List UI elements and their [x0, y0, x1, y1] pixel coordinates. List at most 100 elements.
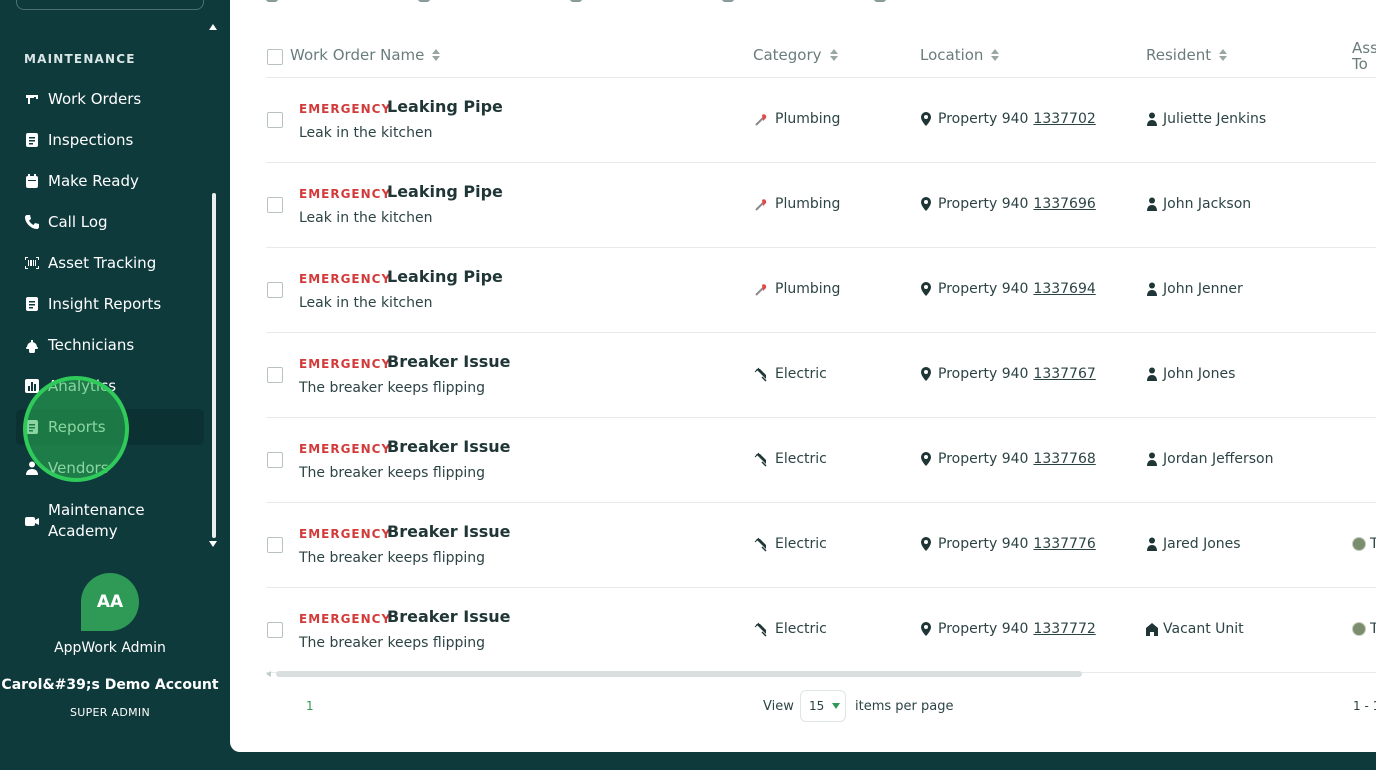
sidebar-item-reports[interactable]: Reports [16, 409, 204, 445]
unit-link[interactable]: 1337772 [1033, 621, 1095, 637]
sort-icon[interactable] [829, 49, 838, 61]
category-label: Electric [775, 366, 827, 382]
sidebar-scrollbar[interactable] [212, 193, 216, 538]
column-header-label: Location [920, 46, 984, 64]
row-checkbox[interactable] [267, 452, 283, 468]
category-cell: Plumbing [753, 196, 840, 212]
unit-link[interactable]: 1337776 [1033, 536, 1095, 552]
row-checkbox[interactable] [267, 537, 283, 553]
column-header-assigned[interactable]: Ass To [1352, 40, 1376, 72]
table-row[interactable]: EMERGENCY Leaking Pipe Leak in the kitchen… [266, 163, 1376, 248]
column-header-category[interactable]: Category [753, 46, 838, 64]
resident-name: John Jackson [1163, 196, 1252, 212]
filter-chip-icon[interactable] [722, 0, 734, 2]
sidebar-scroll-up-arrow[interactable] [209, 24, 217, 30]
location-cell: Property 940 1337702 [920, 111, 1096, 127]
assignee-cell[interactable]: T [1352, 621, 1376, 637]
work-order-title[interactable]: Breaker Issue [387, 437, 511, 456]
sidebar-item-make-ready[interactable]: Make Ready [16, 163, 204, 199]
map-pin-icon [920, 367, 938, 381]
sidebar-item-label: Make Ready [48, 171, 139, 190]
column-header-label: Category [753, 46, 822, 64]
scroll-left-arrow[interactable] [266, 671, 271, 677]
table-row[interactable]: EMERGENCY Breaker Issue The breaker keeps … [266, 333, 1376, 418]
sidebar-item-maintenance-academy[interactable]: Maintenance Academy [16, 496, 204, 546]
filter-chip-icon[interactable] [874, 0, 886, 2]
row-checkbox[interactable] [267, 197, 283, 213]
table-row[interactable]: EMERGENCY Breaker Issue The breaker keeps … [266, 418, 1376, 503]
column-header-resident[interactable]: Resident [1146, 46, 1228, 64]
work-order-title[interactable]: Breaker Issue [387, 607, 511, 626]
tools-icon [24, 91, 40, 107]
map-pin-icon [920, 537, 938, 551]
sidebar-item-vendors[interactable]: Vendors [16, 450, 204, 486]
unit-link[interactable]: 1337702 [1033, 111, 1095, 127]
work-order-description: The breaker keeps flipping [299, 635, 486, 651]
emergency-badge: EMERGENCY [299, 527, 392, 541]
plunger-icon [753, 196, 775, 212]
sort-icon[interactable] [991, 49, 1000, 61]
sidebar-item-analytics[interactable]: Analytics [16, 368, 204, 404]
sidebar-item-label: Technicians [48, 335, 135, 354]
unit-link[interactable]: 1337768 [1033, 451, 1095, 467]
filter-chip-icon[interactable] [418, 0, 430, 2]
sidebar-item-label: Asset Tracking [48, 253, 157, 272]
sidebar-item-asset-tracking[interactable]: Asset Tracking [16, 245, 204, 281]
emergency-badge: EMERGENCY [299, 102, 392, 116]
sidebar-item-label: Work Orders [48, 89, 142, 108]
row-checkbox[interactable] [267, 622, 283, 638]
sidebar-scroll-down-arrow[interactable] [209, 541, 217, 547]
sidebar-item-inspections[interactable]: Inspections [16, 122, 204, 158]
horizontal-scrollbar[interactable] [266, 670, 1084, 678]
select-all-checkbox[interactable] [267, 49, 283, 65]
calendar-icon [24, 173, 40, 189]
filter-chip-icon[interactable] [570, 0, 582, 2]
map-pin-icon [920, 452, 938, 466]
unit-link[interactable]: 1337694 [1033, 281, 1095, 297]
row-checkbox[interactable] [267, 282, 283, 298]
row-checkbox[interactable] [267, 112, 283, 128]
row-checkbox[interactable] [267, 367, 283, 383]
sidebar-search-box[interactable] [16, 0, 204, 10]
table-row[interactable]: EMERGENCY Leaking Pipe Leak in the kitchen… [266, 248, 1376, 333]
table-row[interactable]: EMERGENCY Leaking Pipe Leak in the kitchen… [266, 78, 1376, 163]
account-name[interactable]: Carol&#39;s Demo Account [0, 677, 220, 693]
column-header-name[interactable]: Work Order Name [290, 46, 441, 64]
unit-link[interactable]: 1337767 [1033, 366, 1095, 382]
category-label: Plumbing [775, 281, 841, 297]
filter-chip-icon[interactable] [266, 0, 278, 2]
work-order-title[interactable]: Breaker Issue [387, 522, 511, 541]
table-row[interactable]: EMERGENCY Breaker Issue The breaker keeps … [266, 503, 1376, 588]
document-icon [24, 296, 40, 312]
pagination-range: 1 - 1 [1353, 699, 1376, 713]
sort-icon[interactable] [1219, 49, 1228, 61]
work-order-title[interactable]: Leaking Pipe [387, 182, 503, 201]
pagination-page-number[interactable]: 1 [306, 699, 314, 713]
person-icon [1146, 197, 1163, 211]
resident-name: Juliette Jenkins [1163, 111, 1267, 127]
avatar[interactable]: AA [81, 573, 139, 631]
resident-cell: Juliette Jenkins [1146, 111, 1266, 127]
table-header: Work Order Name Category Location Reside… [266, 36, 1376, 78]
video-icon [24, 513, 40, 529]
property-name: Property 940 [938, 366, 1029, 382]
work-order-description: Leak in the kitchen [299, 210, 433, 226]
table-row[interactable]: EMERGENCY Breaker Issue The breaker keeps … [266, 588, 1376, 673]
assignee-name: T [1370, 536, 1376, 552]
location-cell: Property 940 1337696 [920, 196, 1096, 212]
work-order-title[interactable]: Breaker Issue [387, 352, 511, 371]
assignee-cell[interactable]: T [1352, 536, 1376, 552]
column-header-location[interactable]: Location [920, 46, 1000, 64]
sidebar-item-insight-reports[interactable]: Insight Reports [16, 286, 204, 322]
unit-link[interactable]: 1337696 [1033, 196, 1095, 212]
items-per-page-select[interactable]: 15 [800, 690, 846, 722]
scrollbar-thumb[interactable] [276, 671, 1082, 677]
sort-icon[interactable] [432, 49, 441, 61]
work-order-title[interactable]: Leaking Pipe [387, 97, 503, 116]
work-order-title[interactable]: Leaking Pipe [387, 267, 503, 286]
sidebar-item-call-log[interactable]: Call Log [16, 204, 204, 240]
emergency-badge: EMERGENCY [299, 442, 392, 456]
sidebar-item-work-orders[interactable]: Work Orders [16, 81, 204, 117]
property-name: Property 940 [938, 281, 1029, 297]
sidebar-item-technicians[interactable]: Technicians [16, 327, 204, 363]
